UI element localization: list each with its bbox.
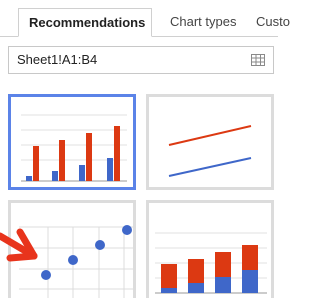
bar-blue-2 [52,171,58,181]
bar-blue-4 [107,158,113,181]
line-blue [168,157,252,177]
line-chart-thumbnail[interactable] [146,94,274,190]
line-chart-preview [168,125,252,177]
stacked-column-chart-preview [155,232,267,294]
scatter-point-4 [122,225,132,235]
column-chart-thumbnail[interactable] [8,94,136,190]
stack-blue-1 [161,288,177,293]
stacked-column-chart-thumbnail[interactable] [146,200,274,298]
scatter-point-3 [95,240,105,250]
data-range-input[interactable]: Sheet1!A1:B4 [8,46,274,74]
tab-customization[interactable]: Custo [246,8,300,36]
stack-red-1 [161,264,177,288]
scatter-chart-preview [19,225,133,298]
bar-red-4 [114,126,120,181]
scatter-point-1 [41,270,51,280]
grid-icon[interactable] [251,54,265,66]
stack-blue-2 [188,283,204,293]
column-chart-preview [21,114,127,182]
line-red [168,125,252,146]
stack-red-2 [188,259,204,283]
scatter-point-2 [68,255,78,265]
bar-blue-1 [26,176,32,181]
tab-chart-types[interactable]: Chart types [160,8,246,36]
data-range-value: Sheet1!A1:B4 [17,52,98,67]
bar-blue-3 [79,165,85,181]
tab-recommendations[interactable]: Recommendations [18,8,152,37]
bar-red-3 [86,133,92,181]
bar-red-2 [59,140,65,181]
stack-blue-4 [242,270,258,293]
scatter-chart-thumbnail[interactable] [8,200,136,298]
stack-blue-3 [215,277,231,293]
bar-red-1 [33,146,39,181]
stack-red-4 [242,245,258,270]
stack-red-3 [215,252,231,277]
chart-editor-tabs: Recommendations Chart types Custo [0,0,290,37]
